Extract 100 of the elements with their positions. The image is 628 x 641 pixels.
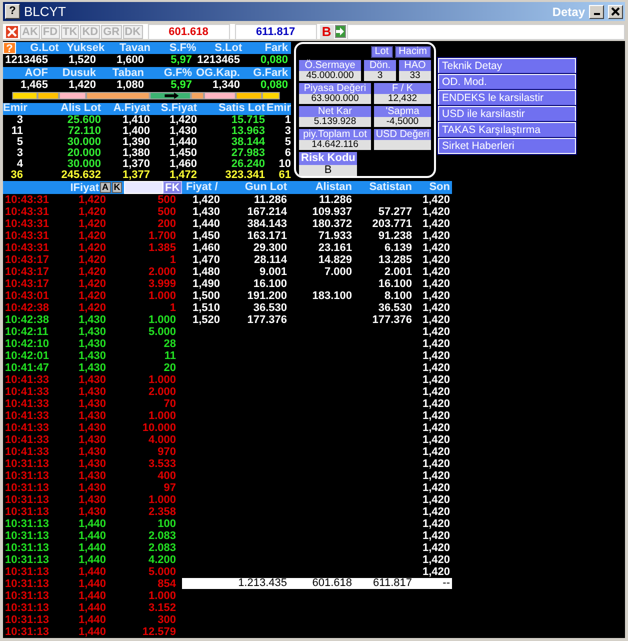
time-cell-text: 10:31:13 <box>4 530 50 542</box>
filter-button[interactable]: FK <box>162 181 182 194</box>
column-header: IFiyat <box>69 182 99 194</box>
menu-button[interactable]: Teknik Detay <box>438 58 576 74</box>
field-label: Net Kar <box>299 106 371 117</box>
lot-cell-text: 300 <box>156 614 176 626</box>
time-cell-text: 10:31:13 <box>4 470 50 482</box>
table-cell-text: 203.771 <box>371 218 412 230</box>
table-cell-text: 1,420 <box>421 326 450 338</box>
table-cell-text: 1,420 <box>421 398 450 410</box>
table-cell-text: 1,410 <box>121 115 150 126</box>
lot-cell-text: 97 <box>162 482 176 494</box>
column-header: Taban <box>111 67 145 80</box>
total-cell-text: 611.817 <box>372 578 412 589</box>
price-cell-text: 1,440 <box>77 530 106 542</box>
time-cell-text: 10:31:13 <box>4 566 50 578</box>
table-cell-text: 11.286 <box>252 194 287 206</box>
field-label: Risk Kodu <box>299 152 357 165</box>
menu-button[interactable]: ENDEKS le karsilastir <box>438 90 576 106</box>
table-cell-text: 13.963 <box>230 126 265 137</box>
total-cell-text: 1,472 <box>168 170 197 181</box>
field-label: Piyasa Değeri <box>299 83 371 94</box>
toggle-button[interactable]: Lot <box>370 46 393 58</box>
lot-cell-text: 1.700 <box>147 230 176 242</box>
time-cell-text: 10:41:33 <box>4 410 50 422</box>
input-field[interactable] <box>346 24 625 40</box>
time-cell-text: 10:41:33 <box>4 446 50 458</box>
table-cell-text: 1,420 <box>421 434 450 446</box>
toggle-button[interactable]: Hacim <box>394 46 431 58</box>
price-cell-text: 1,430 <box>77 458 106 470</box>
table-cell-text: 11.286 <box>318 194 352 206</box>
time-cell-text: 10:31:13 <box>4 590 50 602</box>
price-cell-text: 1,420 <box>77 290 106 302</box>
value-cell-text: 1213465 <box>196 54 241 66</box>
column-header: Son <box>428 181 450 194</box>
table-cell-text: 1,420 <box>421 482 450 494</box>
table-cell-text: 13.285 <box>377 254 412 266</box>
table-cell-text: 30.000 <box>66 137 101 148</box>
lot-cell-text: 1.000 <box>147 314 176 326</box>
lot-cell-text: 1.000 <box>147 374 176 386</box>
time-cell-text: 10:31:13 <box>4 494 50 506</box>
go-button[interactable] <box>334 25 346 38</box>
time-cell-text: 10:31:13 <box>4 518 50 530</box>
price-cell-text: 1,440 <box>77 518 106 530</box>
price-cell-text: 1,420 <box>77 194 106 206</box>
time-cell-text: 10:43:17 <box>4 254 50 266</box>
column-header: AOF <box>24 67 49 80</box>
time-cell-text: 10:31:13 <box>4 578 50 590</box>
price-cell-text: 1,430 <box>77 494 106 506</box>
column-header: Satis Lot <box>218 102 265 115</box>
table-cell-text: 1,420 <box>421 362 450 374</box>
time-cell-text: 10:43:31 <box>4 242 50 254</box>
table-cell-text: 5 <box>16 137 23 148</box>
table-cell-text: 1,420 <box>421 566 450 578</box>
value-field: 5.139.928 <box>299 117 371 127</box>
lot-cell-text: 100 <box>156 518 176 530</box>
table-cell-text: 3 <box>16 115 23 126</box>
table-cell-text: 16.100 <box>252 278 287 290</box>
menu-button[interactable]: OD. Mod. <box>438 74 576 90</box>
time-cell-text: 10:31:13 <box>4 542 50 554</box>
table-cell-text: 9.001 <box>258 266 287 278</box>
help-button[interactable]: ? <box>3 42 16 54</box>
lot-cell-text: 4.200 <box>147 554 176 566</box>
sort-button[interactable]: A <box>100 182 111 193</box>
window-title: BLCYT <box>24 4 66 19</box>
table-cell-text: 36.530 <box>252 302 287 314</box>
table-cell-text: 27.983 <box>230 148 265 159</box>
sort-button[interactable]: K <box>112 182 122 193</box>
total-cell-text: 61 <box>278 170 291 181</box>
value-cell-text: 1,465 <box>19 79 49 92</box>
table-cell-text: 26.240 <box>230 159 265 170</box>
time-cell-text: 10:42:01 <box>4 350 50 362</box>
price-cell-text: 1,420 <box>77 230 106 242</box>
table-cell-text: 29.300 <box>252 242 287 254</box>
table-cell-text: 1,420 <box>421 302 450 314</box>
time-cell-text: 10:43:01 <box>4 290 50 302</box>
table-cell-text: 71.933 <box>317 230 352 242</box>
table-cell-text: 1,420 <box>421 422 450 434</box>
table-cell-text: 8.100 <box>383 290 412 302</box>
price-cell-text: 1,430 <box>77 314 106 326</box>
table-cell-text: 5 <box>284 137 291 148</box>
menu-button[interactable]: USD ile karsilastir <box>438 106 576 122</box>
table-cell-text: 23.161 <box>317 242 352 254</box>
price-cell-text: 1,430 <box>77 470 106 482</box>
value-cell-text: 1,340 <box>211 79 241 92</box>
menu-button[interactable]: TAKAS Karşılaştırma <box>438 122 576 138</box>
lot-cell-text: 2.083 <box>147 542 176 554</box>
price-cell-text: 1,440 <box>77 590 106 602</box>
minimize-button[interactable] <box>589 4 604 18</box>
b-button[interactable]: B <box>320 24 334 38</box>
close-button[interactable] <box>608 4 623 18</box>
field-label: F / K <box>374 83 431 94</box>
price-cell-text: 1,440 <box>77 626 106 638</box>
lot-cell-text: 10.000 <box>141 422 176 434</box>
time-cell-text: 10:41:33 <box>4 434 50 446</box>
menu-button[interactable]: Sirket Haberleri <box>438 138 576 154</box>
time-cell-text: 10:42:38 <box>4 314 50 326</box>
price-cell-text: 1,420 <box>77 218 106 230</box>
help-button[interactable]: ? <box>5 4 20 19</box>
lot-cell-text: 5.000 <box>147 566 176 578</box>
